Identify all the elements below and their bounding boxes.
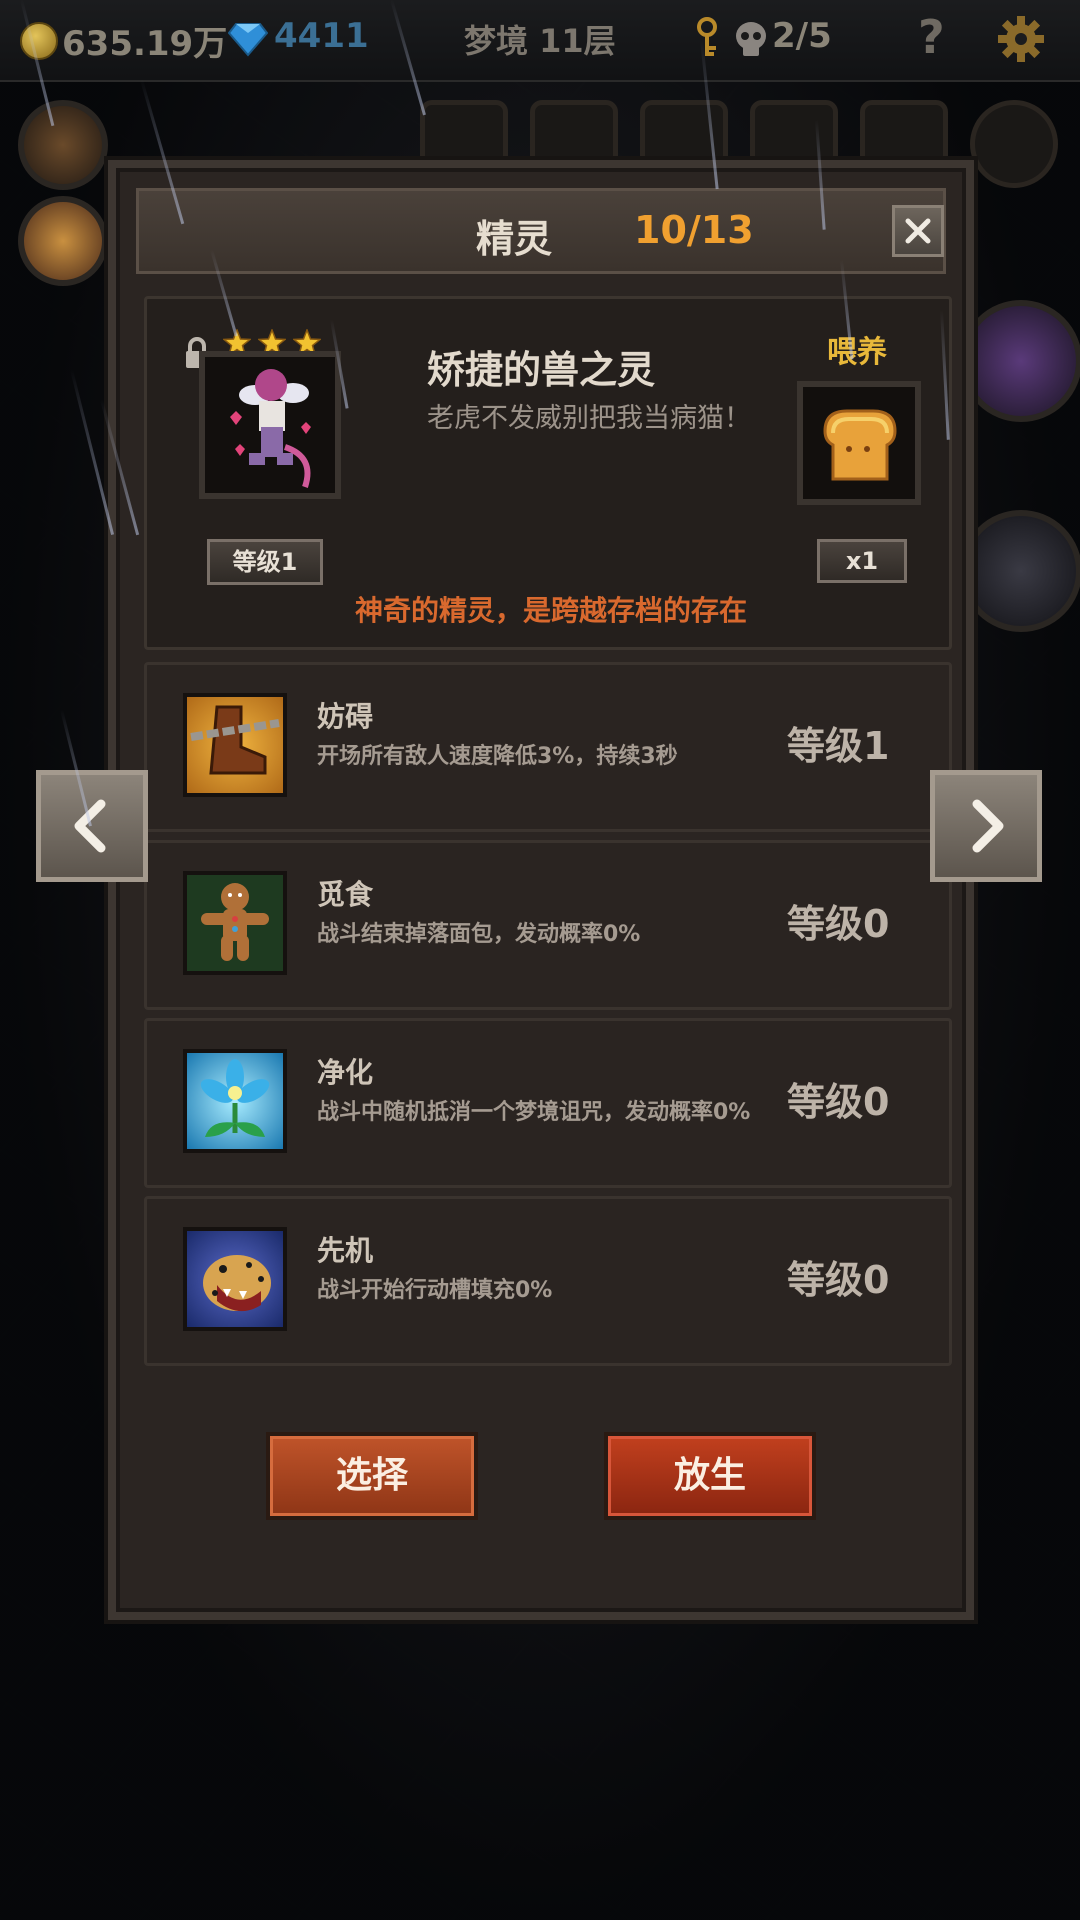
close-icon	[905, 218, 931, 244]
skill-description: 战斗中随机抵消一个梦境诅咒，发动概率0%	[317, 1100, 751, 1125]
chevron-right-icon	[972, 799, 1004, 853]
spirit-portrait-frame[interactable]	[199, 351, 341, 499]
spirit-name: 矫捷的兽之灵	[427, 348, 656, 392]
skill-level: 等级0	[787, 1080, 890, 1124]
gold-amount: 635.19万	[62, 24, 228, 64]
spirit-note: 神奇的精灵，是跨越存档的存在	[354, 594, 747, 627]
skull-icon	[736, 22, 766, 56]
feed-label: 喂养	[827, 335, 887, 370]
skill-description: 开场所有敌人速度降低3%，持续3秒	[317, 744, 678, 769]
bread-icon	[823, 409, 897, 481]
skill-level: 等级1	[787, 724, 890, 768]
skill-name: 觅食	[317, 878, 374, 911]
dialog-title: 精灵	[476, 217, 553, 261]
spirit-level-badge: 等级1	[207, 539, 323, 585]
help-icon[interactable]: ?	[918, 10, 945, 64]
skill-name: 妨碍	[317, 700, 374, 733]
feed-count-badge: x1	[817, 539, 907, 583]
skill-description: 战斗结束掉落面包，发动概率0%	[317, 922, 641, 947]
gingerbread-icon	[183, 871, 287, 975]
hero-portrait-1	[18, 100, 108, 190]
spirit-info-panel: 等级1 矫捷的兽之灵 老虎不发威别把我当病猫！ 喂养 x1 神奇的精灵，是跨越存…	[144, 296, 952, 650]
skill-row[interactable]: 先机 战斗开始行动槽填充0% 等级0	[144, 1196, 952, 1366]
bg-spirit-portrait	[960, 300, 1080, 422]
diamond-icon	[228, 23, 268, 57]
blue-flower-icon	[183, 1049, 287, 1153]
bg-slot-6	[970, 100, 1058, 188]
skill-name: 先机	[317, 1234, 374, 1267]
spirit-description: 老虎不发威别把我当病猫！	[427, 403, 751, 434]
beast-spirit-portrait	[230, 369, 311, 488]
skill-row[interactable]: 觅食 战斗结束掉落面包，发动概率0% 等级0	[144, 840, 952, 1010]
chevron-left-icon	[74, 799, 106, 853]
select-button[interactable]: 选择	[266, 1432, 478, 1520]
spirit-count: 10/13	[634, 208, 754, 252]
skill-level: 等级0	[787, 902, 890, 946]
hero-portrait-2	[18, 196, 108, 286]
spirit-dialog: 精灵 10/13 等级1 矫捷的兽之灵 老虎不发威别把我当病猫！ 喂养 x1 神…	[108, 160, 974, 1620]
skill-row[interactable]: 妨碍 开场所有敌人速度降低3%，持续3秒 等级1	[144, 662, 952, 832]
skill-row[interactable]: 净化 战斗中随机抵消一个梦境诅咒，发动概率0% 等级0	[144, 1018, 952, 1188]
gem-amount: 4411	[274, 16, 369, 56]
gold-coin-icon	[20, 22, 58, 60]
top-resource-bar: 635.19万 4411 梦境 11层 2/5 ?	[0, 0, 1080, 82]
next-spirit-button[interactable]	[930, 770, 1042, 882]
release-button[interactable]: 放生	[604, 1432, 816, 1520]
close-button[interactable]	[892, 205, 944, 257]
bg-monster-portrait	[960, 510, 1080, 632]
skill-description: 战斗开始行动槽填充0%	[317, 1278, 553, 1303]
feed-button[interactable]	[797, 381, 921, 505]
skill-level: 等级0	[787, 1258, 890, 1302]
chained-boot-icon	[183, 693, 287, 797]
skill-name: 净化	[317, 1056, 374, 1089]
prev-spirit-button[interactable]	[36, 770, 148, 882]
gear-icon[interactable]	[996, 14, 1046, 64]
leopard-icon	[183, 1227, 287, 1331]
key-icon	[697, 17, 717, 56]
skull-count: 2/5	[772, 16, 832, 56]
floor-label: 梦境 11层	[464, 22, 616, 60]
